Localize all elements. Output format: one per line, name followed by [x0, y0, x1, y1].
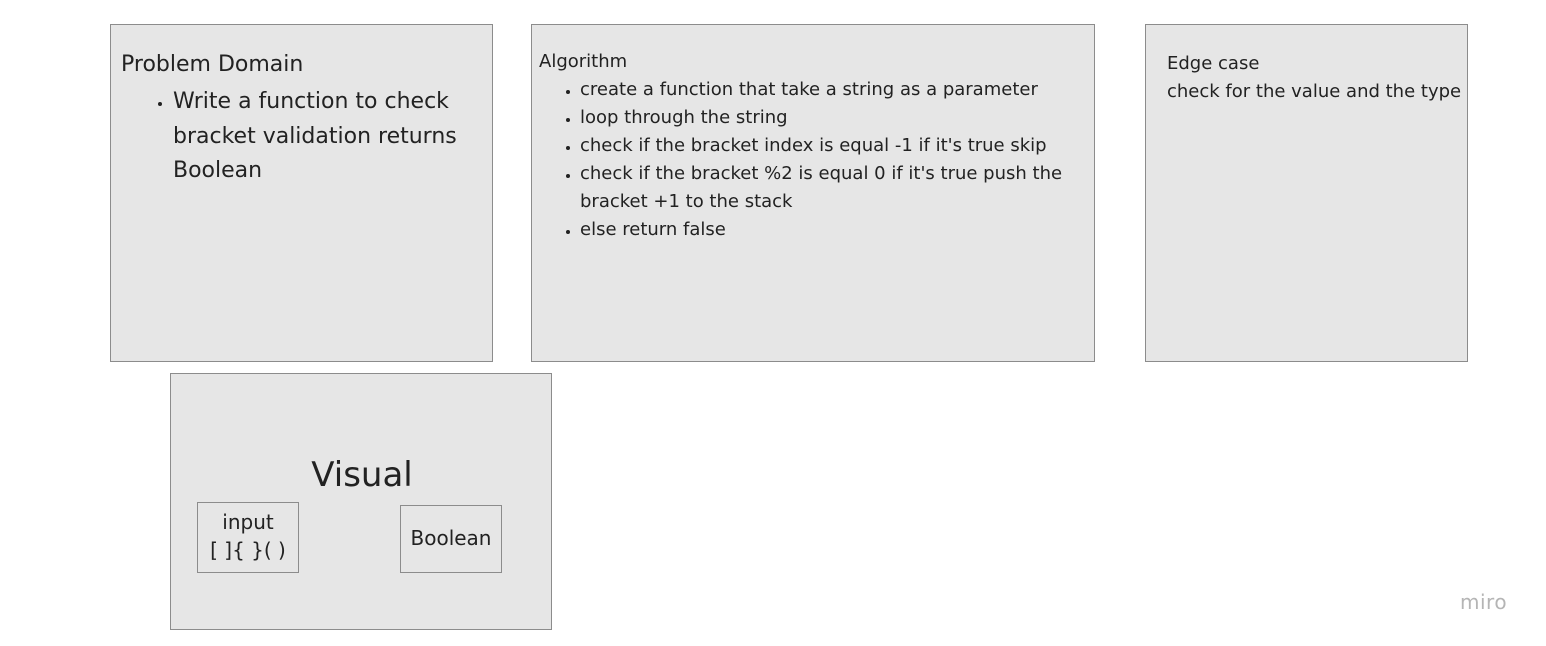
- edge-case-content: Edge case check for the value and the ty…: [1167, 50, 1461, 106]
- visual-title: Visual: [311, 455, 413, 495]
- input-box[interactable]: input [ ]{ }( ): [197, 502, 299, 573]
- input-value: [ ]{ }( ): [210, 538, 286, 562]
- edge-case-title: Edge case: [1167, 53, 1260, 74]
- output-box[interactable]: Boolean: [400, 505, 502, 573]
- algorithm-step: else return false: [580, 216, 1085, 244]
- visual-card[interactable]: Visual input [ ]{ }( ) Boolean: [170, 373, 552, 630]
- input-label: input: [222, 510, 274, 534]
- problem-domain-list: Write a function to check bracket valida…: [121, 85, 473, 189]
- edge-case-text: check for the value and the type: [1167, 81, 1462, 102]
- miro-logo: miro: [1460, 590, 1508, 614]
- algorithm-step: check if the bracket index is equal -1 i…: [580, 132, 1085, 160]
- algorithm-title: Algorithm: [539, 51, 628, 72]
- problem-domain-item: Write a function to check bracket valida…: [173, 85, 473, 189]
- algorithm-steps: create a function that take a string as …: [539, 76, 1085, 244]
- edge-case-card[interactable]: Edge case check for the value and the ty…: [1145, 24, 1468, 362]
- output-label: Boolean: [410, 526, 492, 550]
- algorithm-step: loop through the string: [580, 104, 1085, 132]
- problem-domain-title: Problem Domain: [121, 52, 304, 77]
- algorithm-step: check if the bracket %2 is equal 0 if it…: [580, 160, 1085, 216]
- algorithm-card[interactable]: Algorithm create a function that take a …: [531, 24, 1095, 362]
- problem-domain-card[interactable]: Problem Domain Write a function to check…: [110, 24, 493, 362]
- algorithm-step: create a function that take a string as …: [580, 76, 1085, 104]
